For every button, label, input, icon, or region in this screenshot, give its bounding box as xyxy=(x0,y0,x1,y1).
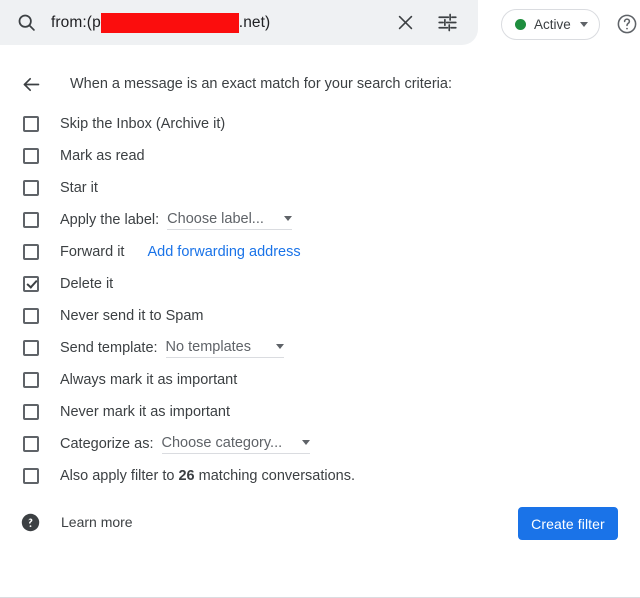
panel-footer: Learn more Create filter xyxy=(0,495,640,549)
template-select-value: No templates xyxy=(165,338,251,355)
close-icon[interactable] xyxy=(390,8,420,38)
checkbox-categorize-as[interactable] xyxy=(23,436,39,452)
status-dot-icon xyxy=(515,19,526,30)
checkbox-apply-label[interactable] xyxy=(23,212,39,228)
category-select[interactable]: Choose category... xyxy=(161,434,311,454)
option-label: Always mark it as important xyxy=(60,372,238,388)
chevron-down-icon xyxy=(302,440,311,445)
option-row-star-it[interactable]: Star it xyxy=(23,172,640,204)
label-select[interactable]: Choose label... xyxy=(167,211,292,230)
option-label: Delete it xyxy=(60,276,114,292)
apply-existing-suffix: matching conversations. xyxy=(194,468,356,484)
option-row-never-spam[interactable]: Never send it to Spam xyxy=(23,300,640,332)
option-row-send-template[interactable]: Send template: No templates xyxy=(23,332,640,364)
option-row-always-important[interactable]: Always mark it as important xyxy=(23,364,640,396)
page-title: When a message is an exact match for you… xyxy=(70,76,452,92)
template-select[interactable]: No templates xyxy=(165,338,284,358)
status-badge[interactable]: Active xyxy=(501,9,600,40)
search-box[interactable]: from:(p .net) xyxy=(0,0,478,45)
option-row-forward-it[interactable]: Forward it Add forwarding address xyxy=(23,236,640,268)
filter-panel: When a message is an exact match for you… xyxy=(0,48,640,598)
status-label: Active xyxy=(534,17,571,32)
option-label: Skip the Inbox (Archive it) xyxy=(60,116,226,132)
create-filter-button[interactable]: Create filter xyxy=(518,507,618,540)
option-row-apply-label[interactable]: Apply the label: Choose label... xyxy=(23,204,640,236)
checkbox-always-important[interactable] xyxy=(23,372,39,388)
checkbox-forward-it[interactable] xyxy=(23,244,39,260)
option-label: Also apply filter to 26 matching convers… xyxy=(60,468,355,484)
checkbox-mark-as-read[interactable] xyxy=(23,148,39,164)
learn-more-link[interactable]: Learn more xyxy=(21,513,133,532)
checkbox-apply-to-existing[interactable] xyxy=(23,468,39,484)
help-filled-icon xyxy=(21,513,40,532)
option-label: Apply the label: xyxy=(60,212,160,228)
checkbox-never-spam[interactable] xyxy=(23,308,39,324)
checkbox-send-template[interactable] xyxy=(23,340,39,356)
search-query-suffix: .net) xyxy=(238,13,271,31)
option-row-delete-it[interactable]: Delete it xyxy=(23,268,640,300)
checkbox-star-it[interactable] xyxy=(23,180,39,196)
top-search-bar: from:(p .net) Active xyxy=(0,0,640,48)
option-row-mark-as-read[interactable]: Mark as read xyxy=(23,140,640,172)
add-forwarding-address-link[interactable]: Add forwarding address xyxy=(147,244,300,260)
checkbox-skip-inbox[interactable] xyxy=(23,116,39,132)
option-label: Mark as read xyxy=(60,148,145,164)
panel-header: When a message is an exact match for you… xyxy=(0,62,640,106)
checkbox-never-important[interactable] xyxy=(23,404,39,420)
arrow-back-icon[interactable] xyxy=(19,72,43,96)
option-label: Never send it to Spam xyxy=(60,308,204,324)
option-row-skip-inbox[interactable]: Skip the Inbox (Archive it) xyxy=(23,108,640,140)
filter-actions-list: Skip the Inbox (Archive it) Mark as read… xyxy=(0,108,640,492)
option-label: Categorize as: xyxy=(60,436,154,452)
learn-more-label: Learn more xyxy=(61,514,133,530)
option-label: Never mark it as important xyxy=(60,404,231,420)
redaction-block xyxy=(100,12,239,33)
search-query[interactable]: from:(p .net) xyxy=(51,12,390,33)
option-row-apply-to-existing[interactable]: Also apply filter to 26 matching convers… xyxy=(23,460,640,492)
checkbox-delete-it[interactable] xyxy=(23,276,39,292)
option-label: Star it xyxy=(60,180,98,196)
search-query-prefix: from:(p xyxy=(51,13,101,31)
tune-icon[interactable] xyxy=(432,8,462,38)
chevron-down-icon xyxy=(580,22,588,27)
matching-conversation-count: 26 xyxy=(178,468,195,484)
apply-existing-prefix: Also apply filter to xyxy=(60,468,179,484)
chevron-down-icon xyxy=(275,344,284,349)
option-label: Send template: xyxy=(60,340,158,356)
chevron-down-icon xyxy=(283,216,292,221)
category-select-value: Choose category... xyxy=(161,434,283,451)
label-select-value: Choose label... xyxy=(167,210,264,227)
help-outline-icon[interactable] xyxy=(616,13,638,35)
option-row-never-important[interactable]: Never mark it as important xyxy=(23,396,640,428)
option-label: Forward it xyxy=(60,244,125,260)
search-icon xyxy=(14,11,38,35)
option-row-categorize-as[interactable]: Categorize as: Choose category... xyxy=(23,428,640,460)
